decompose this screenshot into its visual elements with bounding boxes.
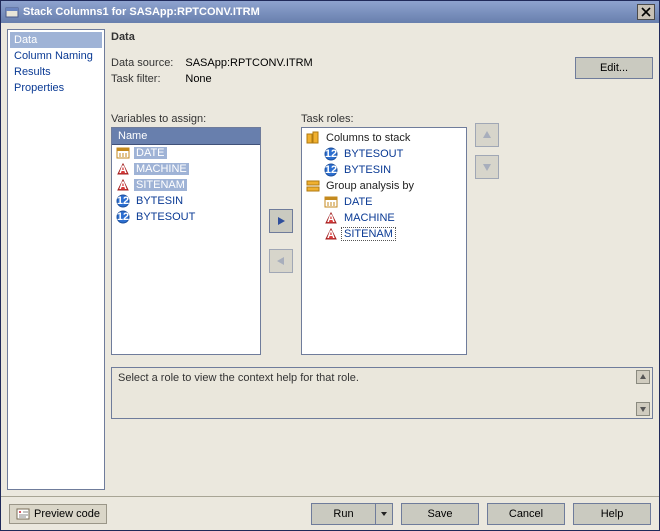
variable-row[interactable]: 12 BYTESOUT [112, 209, 260, 225]
variable-name: BYTESOUT [134, 211, 197, 223]
svg-text:12: 12 [325, 164, 337, 176]
arrow-right-icon [275, 215, 287, 227]
run-button[interactable]: Run [311, 503, 375, 525]
role-item[interactable]: 12 BYTESOUT [302, 146, 466, 162]
role-header[interactable]: Columns to stack [302, 130, 466, 146]
stack-icon [306, 131, 320, 145]
role-label: Columns to stack [324, 132, 412, 144]
char-icon: A [116, 178, 130, 192]
variable-name: DATE [134, 147, 167, 159]
window-title: Stack Columns1 for SASApp:RPTCONV.ITRM [23, 6, 260, 18]
assign-left-button[interactable] [269, 249, 293, 273]
task-filter-value: None [185, 73, 312, 85]
variable-row[interactable]: DATE [112, 145, 260, 161]
role-item[interactable]: A SITENAM [302, 226, 466, 242]
arrow-left-icon [275, 255, 287, 267]
role-item[interactable]: A MACHINE [302, 210, 466, 226]
group-icon [306, 179, 320, 193]
preview-code-label: Preview code [34, 508, 100, 520]
assign-buttons [269, 209, 293, 273]
move-down-button[interactable] [475, 155, 499, 179]
preview-icon [16, 507, 30, 521]
arrow-up-icon [481, 129, 493, 141]
main-panel: Data Data source: Task filter: SASApp:RP… [111, 29, 653, 490]
reorder-buttons [475, 123, 499, 179]
data-source-label: Data source: [111, 57, 173, 69]
scroll-down-button[interactable] [636, 402, 650, 416]
assign-area: Variables to assign: Name DATEAMACHINEAS… [111, 113, 653, 355]
svg-text:12: 12 [117, 195, 129, 207]
role-item[interactable]: DATE [302, 194, 466, 210]
edit-button[interactable]: Edit... [575, 57, 653, 79]
close-icon [641, 7, 651, 17]
variable-name: BYTESIN [134, 195, 185, 207]
variable-row[interactable]: A SITENAM [112, 177, 260, 193]
role-label: Group analysis by [324, 180, 416, 192]
preview-code-button[interactable]: Preview code [9, 504, 107, 524]
date-icon [116, 146, 130, 160]
app-icon [5, 5, 19, 19]
close-button[interactable] [637, 4, 655, 20]
run-dropdown-button[interactable] [375, 503, 393, 525]
nav-item-results[interactable]: Results [10, 64, 102, 80]
dialog-window: Stack Columns1 for SASApp:RPTCONV.ITRM D… [0, 0, 660, 531]
variable-name: SITENAM [134, 179, 187, 191]
role-item-name: SITENAM [342, 228, 395, 240]
svg-text:12: 12 [325, 148, 337, 160]
nav-item-column-naming[interactable]: Column Naming [10, 48, 102, 64]
nav-sidebar: DataColumn NamingResultsProperties [7, 29, 105, 490]
run-split-button: Run [311, 503, 393, 525]
role-item[interactable]: 12 BYTESIN [302, 162, 466, 178]
variable-row[interactable]: 12 BYTESIN [112, 193, 260, 209]
svg-text:A: A [119, 164, 127, 176]
svg-text:A: A [327, 213, 335, 225]
variables-label: Variables to assign: [111, 113, 261, 125]
help-button[interactable]: Help [573, 503, 651, 525]
svg-text:A: A [327, 229, 335, 241]
date-icon [324, 195, 338, 209]
nav-item-data[interactable]: Data [10, 32, 102, 48]
task-filter-label: Task filter: [111, 73, 173, 85]
num-icon: 12 [324, 163, 338, 177]
assign-right-button[interactable] [269, 209, 293, 233]
variable-name: MACHINE [134, 163, 189, 175]
role-item-name: MACHINE [342, 212, 397, 224]
data-source-value: SASApp:RPTCONV.ITRM [185, 57, 312, 69]
char-icon: A [116, 162, 130, 176]
variable-row[interactable]: A MACHINE [112, 161, 260, 177]
role-header[interactable]: Group analysis by [302, 178, 466, 194]
roles-label: Task roles: [301, 113, 467, 125]
svg-text:12: 12 [117, 211, 129, 223]
context-help-text: Select a role to view the context help f… [118, 372, 359, 384]
cancel-button[interactable]: Cancel [487, 503, 565, 525]
nav-item-properties[interactable]: Properties [10, 80, 102, 96]
variables-header[interactable]: Name [112, 128, 260, 145]
arrow-down-icon [481, 161, 493, 173]
titlebar: Stack Columns1 for SASApp:RPTCONV.ITRM [1, 1, 659, 23]
char-icon: A [324, 211, 338, 225]
datasource-row: Data source: Task filter: SASApp:RPTCONV… [111, 57, 653, 85]
roles-tree[interactable]: Columns to stack 12 BYTESOUT 12 BYTESIN Group… [301, 127, 467, 355]
variables-listbox[interactable]: Name DATE A MACHINE A SITENAM 12 BYTESIN 12 BYTE… [111, 127, 261, 355]
context-help-box: Select a role to view the context help f… [111, 367, 653, 419]
role-item-name: BYTESOUT [342, 148, 405, 160]
dialog-body: DataColumn NamingResultsProperties Data … [1, 23, 659, 496]
role-item-name: DATE [342, 196, 375, 208]
num-icon: 12 [116, 210, 130, 224]
chevron-down-icon [380, 510, 388, 518]
move-up-button[interactable] [475, 123, 499, 147]
role-item-name: BYTESIN [342, 164, 393, 176]
svg-text:A: A [119, 180, 127, 192]
save-button[interactable]: Save [401, 503, 479, 525]
help-scrollbar[interactable] [636, 370, 650, 416]
dialog-footer: Preview code Run Save Cancel Help [1, 496, 659, 530]
num-icon: 12 [116, 194, 130, 208]
char-icon: A [324, 227, 338, 241]
page-title: Data [111, 31, 653, 43]
num-icon: 12 [324, 147, 338, 161]
scroll-up-button[interactable] [636, 370, 650, 384]
